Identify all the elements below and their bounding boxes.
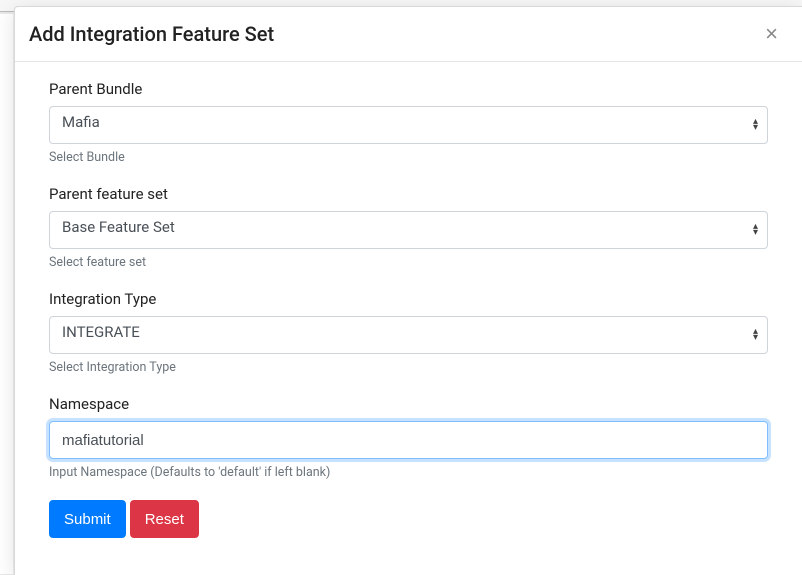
namespace-help: Input Namespace (Defaults to 'default' i… (49, 465, 768, 480)
parent-bundle-select-wrap: Mafia ▴ ▾ (49, 106, 768, 144)
close-button[interactable]: × (759, 21, 784, 47)
parent-feature-set-help: Select feature set (49, 255, 768, 270)
integration-type-selected-value: INTEGRATE (62, 323, 140, 341)
parent-feature-set-select[interactable]: Base Feature Set (49, 211, 768, 249)
field-parent-feature-set: Parent feature set Base Feature Set ▴ ▾ … (49, 185, 768, 270)
field-namespace: Namespace Input Namespace (Defaults to '… (49, 395, 768, 480)
form-button-row: Submit Reset (49, 500, 768, 538)
parent-feature-set-label: Parent feature set (49, 185, 768, 203)
modal-title: Add Integration Feature Set (29, 22, 274, 46)
namespace-label: Namespace (49, 395, 768, 413)
submit-button[interactable]: Submit (49, 500, 126, 538)
field-parent-bundle: Parent Bundle Mafia ▴ ▾ Select Bundle (49, 80, 768, 165)
integration-type-select-wrap: INTEGRATE ▴ ▾ (49, 316, 768, 354)
integration-type-label: Integration Type (49, 290, 768, 308)
integration-type-select[interactable]: INTEGRATE (49, 316, 768, 354)
modal-header: Add Integration Feature Set × (15, 7, 802, 62)
close-icon: × (765, 21, 778, 46)
modal-body: Parent Bundle Mafia ▴ ▾ Select Bundle Pa… (15, 62, 802, 558)
parent-bundle-label: Parent Bundle (49, 80, 768, 98)
occluded-left-strip (0, 14, 14, 574)
parent-bundle-select[interactable]: Mafia (49, 106, 768, 144)
parent-bundle-selected-value: Mafia (62, 113, 100, 131)
parent-feature-set-select-wrap: Base Feature Set ▴ ▾ (49, 211, 768, 249)
parent-bundle-help: Select Bundle (49, 150, 768, 165)
reset-button[interactable]: Reset (130, 500, 199, 538)
add-integration-feature-set-modal: Add Integration Feature Set × Parent Bun… (14, 6, 802, 575)
integration-type-help: Select Integration Type (49, 360, 768, 375)
page-backdrop: Add Integration Feature Set × Parent Bun… (0, 0, 802, 575)
parent-feature-set-selected-value: Base Feature Set (62, 218, 175, 236)
field-integration-type: Integration Type INTEGRATE ▴ ▾ Select In… (49, 290, 768, 375)
namespace-input[interactable] (49, 421, 768, 459)
